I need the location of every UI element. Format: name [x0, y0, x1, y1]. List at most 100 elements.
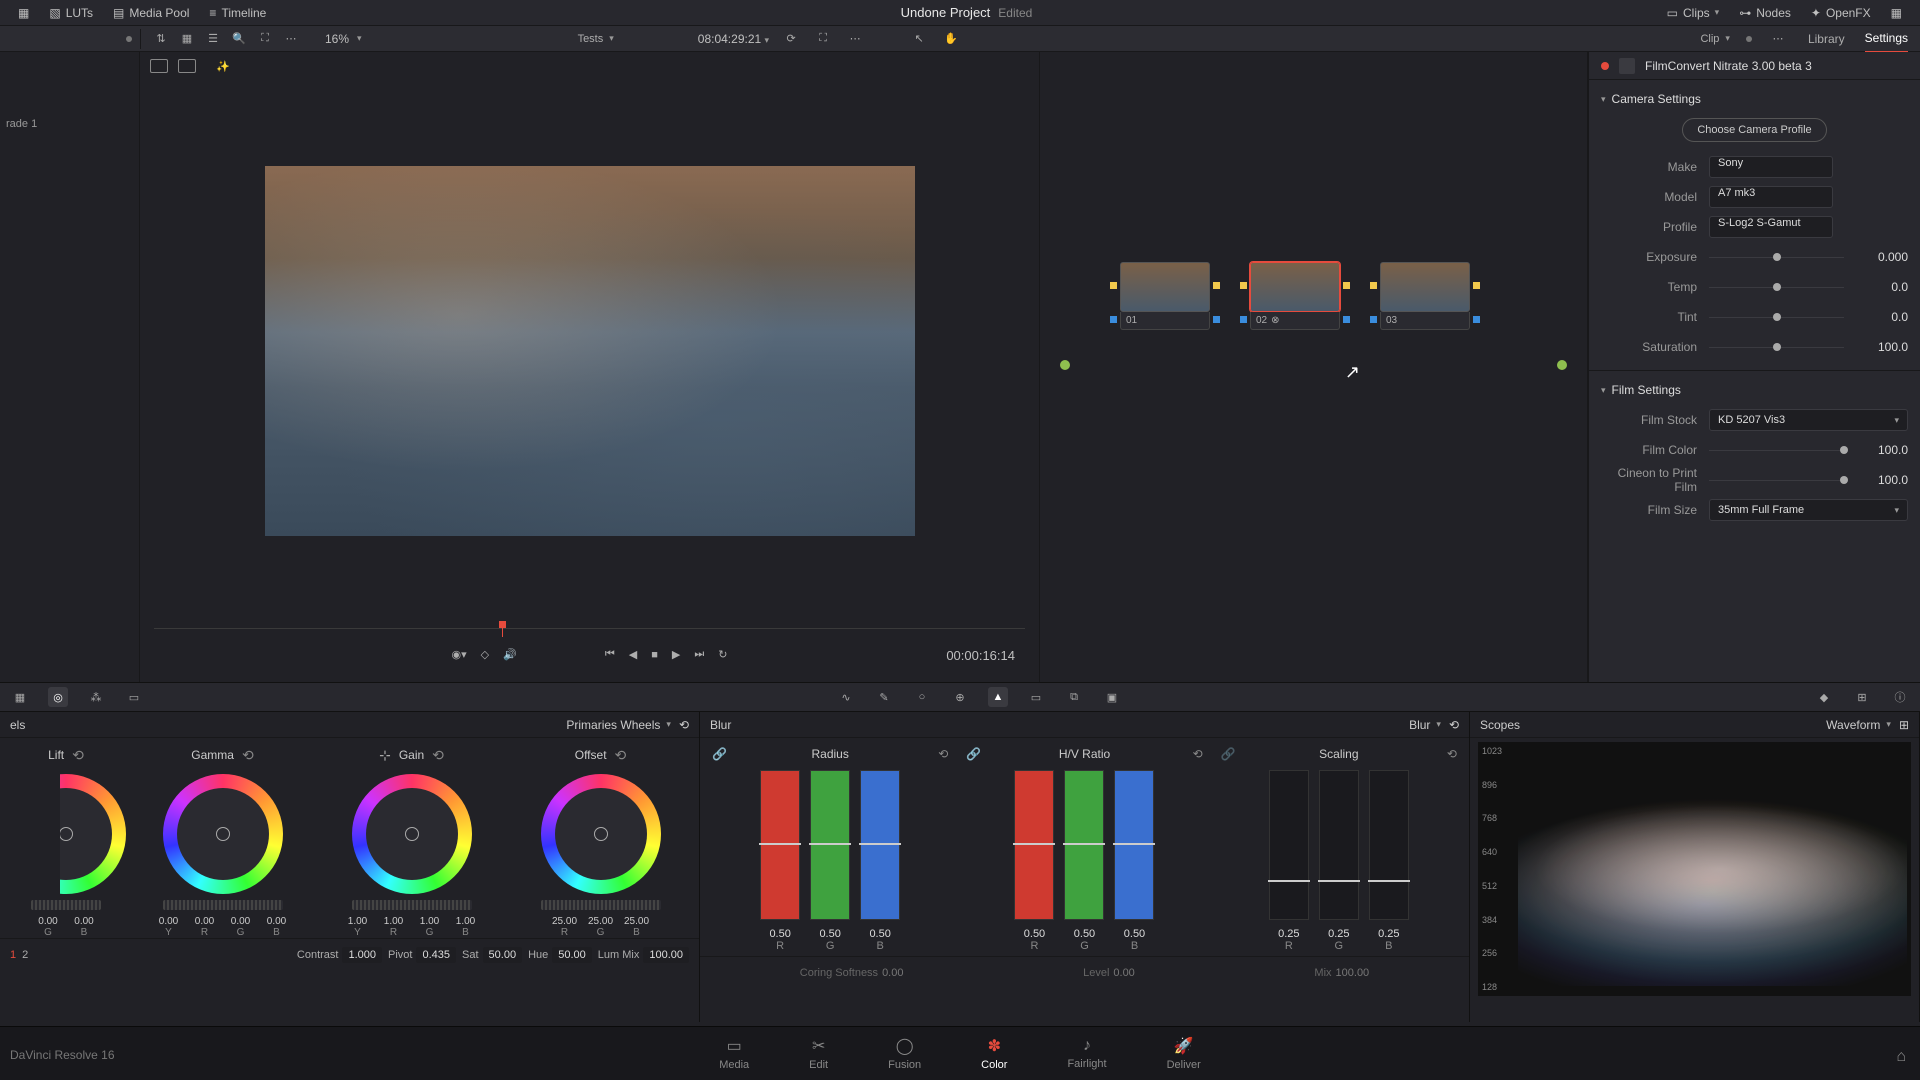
wheels-reset-icon[interactable]: ⟲ [679, 718, 689, 732]
camera-raw-tab[interactable]: ▦ [10, 687, 30, 707]
page-fairlight[interactable]: ♪Fairlight [1067, 1037, 1106, 1070]
scopes-tab[interactable]: ⊞ [1852, 687, 1872, 707]
color-wheels-tab[interactable]: ◎ [48, 687, 68, 707]
media-pool-toggle[interactable]: ▤Media Pool [103, 0, 199, 25]
radius-bars[interactable] [708, 770, 952, 920]
hv-link-icon[interactable]: 🔗 [966, 747, 981, 761]
hue-value[interactable]: 50.00 [552, 947, 592, 963]
clip-timecode[interactable]: 00:00:16:14 [946, 648, 1015, 663]
camera-settings-header[interactable]: ▾Camera Settings [1601, 88, 1908, 114]
blur-reset-icon[interactable]: ⟲ [1449, 718, 1459, 732]
make-field[interactable]: Sony [1709, 156, 1833, 178]
loop-button[interactable]: ↻ [718, 648, 727, 661]
film-color-slider[interactable] [1709, 439, 1844, 461]
choose-camera-profile-button[interactable]: Choose Camera Profile [1682, 118, 1826, 142]
viewer-preview[interactable] [265, 166, 915, 536]
gamma-jog[interactable] [163, 900, 283, 910]
model-field[interactable]: A7 mk3 [1709, 186, 1833, 208]
cineon-slider[interactable] [1709, 469, 1844, 491]
lift-reset[interactable]: ⟲ [72, 747, 84, 764]
viewer-more-icon[interactable]: ⋯ [845, 29, 865, 49]
qualifier-tab[interactable]: ✎ [874, 687, 894, 707]
exposure-slider[interactable] [1709, 246, 1844, 268]
hv-reset[interactable]: ⟲ [1193, 747, 1203, 761]
gain-jog[interactable] [352, 900, 472, 910]
stop-button[interactable]: ■ [651, 649, 658, 661]
hand-tool-icon[interactable]: ✋ [941, 29, 961, 49]
bypass-icon[interactable]: ⟳ [781, 29, 801, 49]
keyframes-tab[interactable]: ◆ [1814, 687, 1834, 707]
expand-icon[interactable]: ⛶ [255, 29, 275, 49]
film-size-select[interactable]: 35mm Full Frame▾ [1709, 499, 1908, 521]
motion-effects-tab[interactable]: ▭ [124, 687, 144, 707]
magic-wand-icon[interactable]: ✨ [216, 60, 230, 73]
scaling-link-icon[interactable]: 🔗 [1221, 747, 1236, 761]
playhead[interactable] [502, 625, 503, 637]
node-more-icon[interactable]: ⋯ [1768, 29, 1788, 49]
window-tab[interactable]: ○ [912, 687, 932, 707]
timeline-toggle[interactable]: ≡Timeline [199, 0, 276, 25]
3d-tab[interactable]: ▣ [1102, 687, 1122, 707]
clips-toggle[interactable]: ▭Clips▾ [1657, 0, 1730, 25]
split-view-icon[interactable] [178, 59, 196, 73]
viewer-scrubber[interactable] [154, 628, 1025, 642]
hv-bars[interactable] [962, 770, 1206, 920]
gamma-reset[interactable]: ⟲ [242, 747, 254, 764]
sort-icon[interactable]: ⇅ [151, 29, 171, 49]
home-icon[interactable]: ⌂ [1896, 1048, 1906, 1066]
sizing-tab[interactable]: ⧉ [1064, 687, 1084, 707]
play-button[interactable]: ▶ [672, 648, 680, 661]
waveform-scope[interactable]: 1023896768640512384256128 [1478, 742, 1911, 996]
pointer-tool-icon[interactable]: ↖ [909, 29, 929, 49]
page-color[interactable]: ✽Color [981, 1036, 1007, 1071]
curves-tab[interactable]: ∿ [836, 687, 856, 707]
rgb-mixer-tab[interactable]: ⁂ [86, 687, 106, 707]
tracker-tab[interactable]: ⊕ [950, 687, 970, 707]
prev-clip-button[interactable]: ⏮ [605, 648, 615, 661]
grid-view-icon[interactable]: ▦ [177, 29, 197, 49]
gamma-wheel[interactable] [163, 774, 283, 894]
offset-wheel[interactable] [541, 774, 661, 894]
radius-link-icon[interactable]: 🔗 [712, 747, 727, 761]
lummix-value[interactable]: 100.00 [643, 947, 689, 963]
loop-options-icon[interactable]: ◉▾ [452, 648, 467, 661]
film-stock-select[interactable]: KD 5207 Vis3▾ [1709, 409, 1908, 431]
contrast-value[interactable]: 1.000 [342, 947, 382, 963]
graph-output[interactable] [1557, 360, 1567, 370]
wheels-mode-dropdown[interactable]: Primaries Wheels▾ [566, 718, 671, 732]
gain-reset[interactable]: ⟲ [432, 747, 444, 764]
offset-reset[interactable]: ⟲ [615, 747, 627, 764]
source-timecode[interactable]: 08:04:29:21 ▾ [698, 32, 769, 46]
nodes-toggle[interactable]: ⊶Nodes [1729, 0, 1801, 25]
key-tab[interactable]: ▭ [1026, 687, 1046, 707]
profile-field[interactable]: S-Log2 S-Gamut [1709, 216, 1833, 238]
scope-type-dropdown[interactable]: Waveform▾ [1826, 718, 1891, 732]
luts-toggle[interactable]: ▧LUTs [39, 0, 103, 25]
mute-icon[interactable]: 🔊 [503, 648, 517, 661]
blur-tab[interactable]: ▲ [988, 687, 1008, 707]
lift-jog[interactable] [31, 900, 101, 910]
film-settings-header[interactable]: ▾Film Settings [1601, 379, 1908, 405]
lightbox-toggle[interactable]: ▦ [1881, 0, 1912, 25]
graph-input[interactable] [1060, 360, 1070, 370]
page-edit[interactable]: ✂Edit [809, 1036, 828, 1071]
scope-options-icon[interactable]: ⊞ [1899, 718, 1909, 732]
saturation-slider[interactable] [1709, 336, 1844, 358]
node-scope-dropdown[interactable]: Clip▾ [1700, 33, 1729, 45]
plugin-active-dot[interactable] [1601, 62, 1609, 70]
step-back-button[interactable]: ◀ [629, 648, 637, 661]
fullscreen-icon[interactable]: ⛶ [813, 29, 833, 49]
offset-jog[interactable] [541, 900, 661, 910]
node-graph-pane[interactable]: 01 02⊗ 03 [1040, 52, 1588, 682]
next-clip-button[interactable]: ⏭ [694, 648, 704, 661]
tint-slider[interactable] [1709, 306, 1844, 328]
viewer-zoom-dropdown[interactable]: 16%▾ [309, 32, 378, 46]
node-01[interactable]: 01 [1120, 262, 1210, 330]
page-fusion[interactable]: ◯Fusion [888, 1036, 921, 1071]
page-1[interactable]: 1 [10, 949, 16, 961]
info-tab[interactable]: ⓘ [1890, 687, 1910, 707]
gallery-still-label[interactable]: rade 1 [6, 58, 133, 130]
match-frame-icon[interactable]: ◇ [481, 648, 489, 661]
scaling-reset[interactable]: ⟲ [1447, 747, 1457, 761]
list-view-icon[interactable]: ☰ [203, 29, 223, 49]
